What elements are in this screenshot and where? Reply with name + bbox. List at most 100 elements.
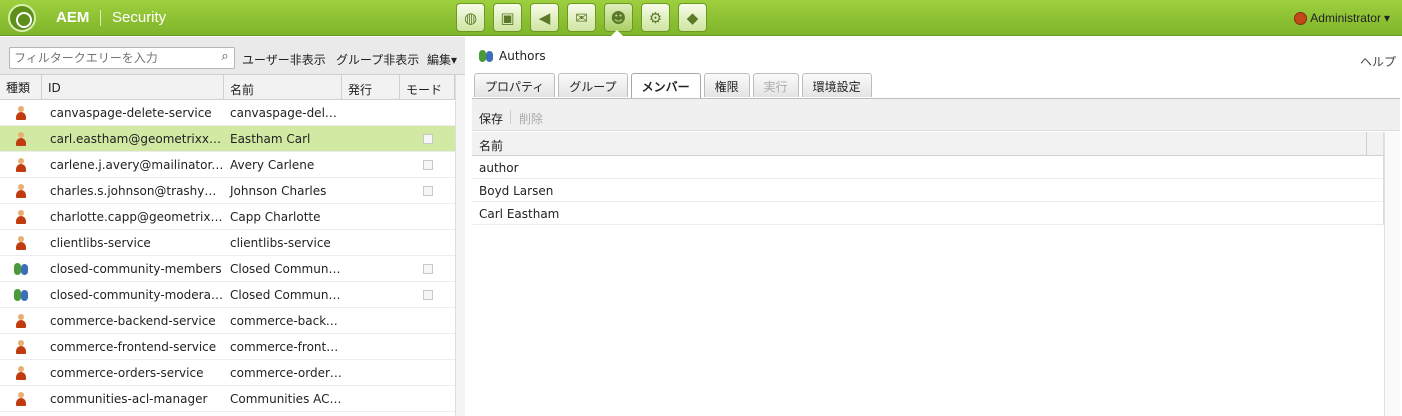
mode-cell: [400, 263, 455, 274]
group-title: Authors: [478, 49, 546, 63]
name-cell: Avery Carlene: [230, 157, 315, 172]
filter-input[interactable]: [9, 47, 235, 69]
members-scrollbar[interactable]: [1384, 132, 1400, 416]
active-nav-pointer: [611, 30, 623, 36]
members-column-name[interactable]: 名前: [472, 132, 1383, 156]
name-cell: commerce-fronte...: [230, 339, 342, 354]
member-row[interactable]: Boyd Larsen: [472, 179, 1383, 202]
user-icon: [15, 391, 27, 406]
grid-header: 種類 ID 名前 発行 モード: [0, 75, 455, 100]
name-cell: canvaspage-delet...: [230, 105, 342, 120]
name-cell: Eastham Carl: [230, 131, 311, 146]
tab-groups[interactable]: グループ: [558, 73, 628, 97]
members-toolbar: 保存 削除: [472, 99, 1400, 131]
user-name: Administrator: [1310, 11, 1381, 25]
id-cell: clientlibs-service: [50, 235, 151, 250]
name-cell: Capp Charlotte: [230, 209, 321, 224]
table-row[interactable]: closed-community-members Closed Communit.…: [0, 256, 455, 282]
id-cell: canvaspage-delete-service: [50, 105, 212, 120]
tab-permissions[interactable]: 権限: [703, 73, 750, 97]
delete-button: 削除: [519, 112, 544, 126]
type-cell: [0, 262, 42, 276]
toolbar-separator: [510, 110, 511, 124]
id-cell: commerce-orders-service: [50, 365, 204, 380]
save-button[interactable]: 保存: [479, 110, 503, 127]
camera-icon[interactable]: ▣: [493, 3, 522, 32]
hide-users-button[interactable]: ユーザー非表示: [242, 51, 326, 68]
table-row[interactable]: carlene.j.avery@mailinator.com Avery Carl…: [0, 152, 455, 178]
name-cell: commerce-backen...: [230, 313, 342, 328]
user-icon: [15, 209, 27, 224]
table-row[interactable]: closed-community-moderators Closed Commun…: [0, 282, 455, 308]
aem-logo-icon[interactable]: [8, 4, 36, 32]
user-menu[interactable]: Administrator ▾: [1294, 11, 1390, 25]
hide-groups-button[interactable]: グループ非表示: [336, 51, 419, 68]
chevron-down-icon: ▾: [451, 53, 458, 67]
name-cell: Closed Communit...: [230, 261, 342, 276]
id-cell: charlotte.capp@geometrixx-...: [50, 209, 224, 224]
member-row[interactable]: Carl Eastham: [472, 202, 1383, 225]
users-icon[interactable]: ☻: [604, 3, 633, 32]
column-name[interactable]: 名前: [224, 75, 342, 99]
search-icon[interactable]: ⌕: [216, 49, 234, 67]
type-cell: [0, 365, 42, 380]
table-row[interactable]: canvaspage-delete-service canvaspage-dele…: [0, 100, 455, 126]
mode-checkbox[interactable]: [422, 185, 433, 196]
user-icon: [15, 157, 27, 172]
megaphone-icon[interactable]: ◀: [530, 3, 559, 32]
table-row[interactable]: commerce-backend-service commerce-backen.…: [0, 308, 455, 334]
brand-label: AEM: [56, 9, 90, 26]
user-grid: 種類 ID 名前 発行 モード canvaspage-delete-servic…: [0, 75, 455, 412]
name-cell: clientlibs-service: [230, 235, 331, 250]
tab-impersonators: 実行: [752, 73, 799, 97]
name-cell: Communities ACL ...: [230, 391, 342, 406]
column-mode[interactable]: モード: [400, 75, 455, 99]
globe-icon[interactable]: ◍: [456, 3, 485, 32]
type-cell: [0, 209, 42, 224]
user-icon: [15, 235, 27, 250]
user-icon: [1294, 11, 1308, 25]
gear-icon[interactable]: ⚙: [641, 3, 670, 32]
detail-tabs: プロパティ グループ メンバー 権限 実行 環境設定: [474, 73, 872, 99]
table-row[interactable]: charlotte.capp@geometrixx-... Capp Charlo…: [0, 204, 455, 230]
members-grid: 名前 author Boyd Larsen Carl Eastham: [472, 132, 1384, 225]
section-title: Security: [112, 9, 167, 26]
tab-members[interactable]: メンバー: [630, 73, 701, 99]
type-cell: [0, 105, 42, 120]
table-row[interactable]: carl.eastham@geometrixx-me... Eastham Car…: [0, 126, 455, 152]
id-cell: carl.eastham@geometrixx-me...: [50, 131, 224, 146]
edit-label: 編集: [427, 53, 452, 67]
table-row[interactable]: communities-acl-manager Communities ACL .…: [0, 386, 455, 412]
tab-preferences[interactable]: 環境設定: [801, 73, 872, 97]
mode-checkbox[interactable]: [422, 263, 433, 274]
id-cell: charles.s.johnson@trashymail...: [50, 183, 224, 198]
column-type[interactable]: 種類: [0, 75, 42, 99]
column-id[interactable]: ID: [42, 75, 224, 99]
edit-menu-button[interactable]: 編集▾: [427, 51, 457, 68]
mode-checkbox[interactable]: [422, 289, 433, 300]
column-publish[interactable]: 発行: [342, 75, 400, 99]
user-list-panel: ⌕ ユーザー非表示 グループ非表示 編集▾ 種類 ID 名前 発行 モード ca…: [0, 37, 465, 416]
member-row[interactable]: author: [472, 156, 1383, 179]
tag-icon[interactable]: ◆: [678, 3, 707, 32]
type-cell: [0, 183, 42, 198]
help-link[interactable]: ヘルプ: [1360, 53, 1396, 70]
mail-icon[interactable]: ✉: [567, 3, 596, 32]
tab-properties[interactable]: プロパティ: [474, 73, 556, 97]
table-row[interactable]: commerce-frontend-service commerce-fronte…: [0, 334, 455, 360]
name-cell: Closed Communit...: [230, 287, 342, 302]
group-icon: [13, 262, 29, 276]
user-icon: [15, 183, 27, 198]
mode-cell: [400, 289, 455, 300]
mode-cell: [400, 185, 455, 196]
list-scrollbar[interactable]: [455, 75, 465, 416]
table-row[interactable]: charles.s.johnson@trashymail... Johnson C…: [0, 178, 455, 204]
group-icon: [478, 49, 494, 63]
table-row[interactable]: clientlibs-service clientlibs-service: [0, 230, 455, 256]
mode-checkbox[interactable]: [422, 133, 433, 144]
brand-separator: [100, 10, 101, 26]
mode-checkbox[interactable]: [422, 159, 433, 170]
id-cell: closed-community-moderators: [50, 287, 224, 302]
user-icon: [15, 339, 27, 354]
table-row[interactable]: commerce-orders-service commerce-orders-.…: [0, 360, 455, 386]
